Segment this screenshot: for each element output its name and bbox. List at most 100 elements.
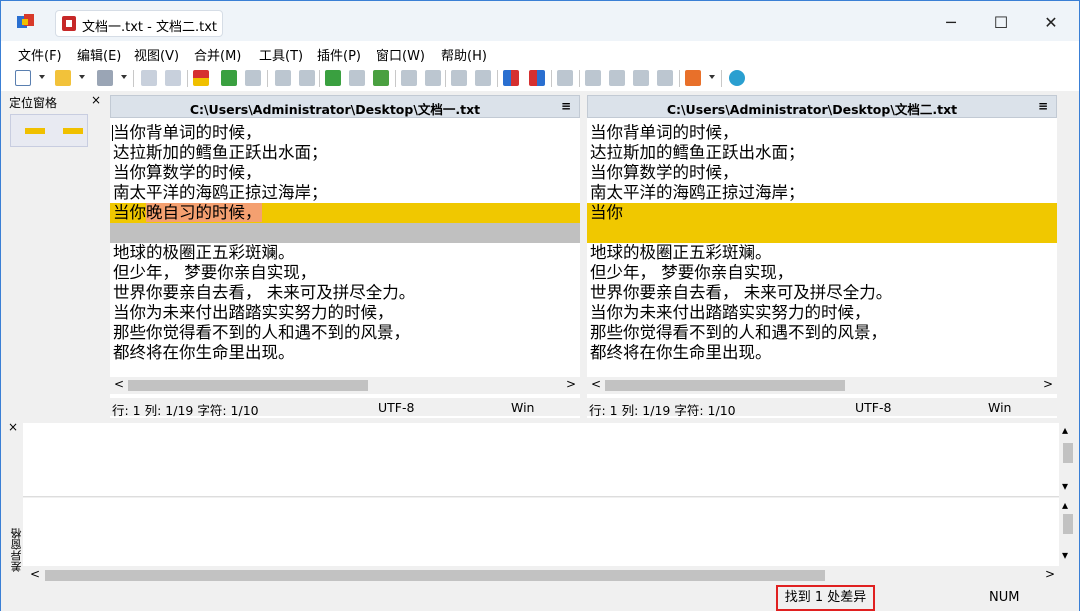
- text-line: 南太平洋的海鸥正掠过海岸；: [113, 183, 328, 202]
- left-file-path: C:\Users\Administrator\Desktop\文档一.txt: [189, 102, 481, 117]
- menu-tools[interactable]: 工具(T): [259, 45, 303, 64]
- all-left-icon[interactable]: [349, 70, 365, 86]
- redo-icon[interactable]: [165, 70, 181, 86]
- scroll-left-arrow-icon[interactable]: <: [591, 377, 601, 391]
- scroll-thumb[interactable]: [1063, 443, 1073, 463]
- toolbar-separator: [133, 70, 134, 87]
- close-button[interactable]: ✕: [1039, 11, 1063, 35]
- menu-window[interactable]: 窗口(W): [376, 45, 425, 64]
- save-dropdown-icon[interactable]: [121, 75, 127, 81]
- maximize-button[interactable]: ☐: [989, 11, 1013, 35]
- numlock-indicator: NUM: [989, 590, 1020, 605]
- text-line: 地球的极圈正五彩斑斓。: [590, 243, 772, 262]
- scroll-up-arrow-icon[interactable]: ▴: [1062, 423, 1068, 437]
- minimize-button[interactable]: ─: [939, 11, 963, 35]
- text-line: 世界你要亲自去看， 未来可及拼尽全力。: [113, 283, 416, 302]
- diff-top-vertical-scrollbar[interactable]: ▴ ▾: [1059, 423, 1077, 497]
- left-pane-menu-icon[interactable]: ≡: [561, 99, 571, 113]
- refresh-icon[interactable]: [729, 70, 745, 86]
- scroll-up-arrow-icon[interactable]: ▴: [1062, 498, 1068, 512]
- save-icon[interactable]: [97, 70, 113, 86]
- right-pane-menu-icon[interactable]: ≡: [1038, 99, 1048, 113]
- scroll-left-arrow-icon[interactable]: <: [30, 567, 40, 581]
- new-file-icon[interactable]: [15, 70, 31, 86]
- text-line: 那些你觉得看不到的人和遇不到的风景，: [590, 323, 887, 342]
- right-eol: Win: [988, 400, 1012, 415]
- scroll-right-arrow-icon[interactable]: >: [1043, 377, 1053, 391]
- text-line: 但少年， 梦要你亲自实现，: [590, 263, 794, 282]
- diff-pane-label: 差异窗格: [10, 528, 23, 572]
- copy-right-advance-icon[interactable]: [451, 70, 467, 86]
- scroll-down-arrow-icon[interactable]: ▾: [1062, 548, 1068, 562]
- first-diff-icon[interactable]: [275, 70, 291, 86]
- all-to-left-icon[interactable]: [529, 70, 545, 86]
- next-file-icon[interactable]: [657, 70, 673, 86]
- location-map[interactable]: [10, 114, 88, 147]
- next-diff-icon[interactable]: [193, 70, 209, 86]
- scroll-thumb[interactable]: [1063, 514, 1073, 534]
- text-cursor: [112, 125, 113, 141]
- scroll-right-arrow-icon[interactable]: >: [1045, 567, 1055, 581]
- location-pane-close[interactable]: ×: [91, 93, 101, 107]
- scroll-down-arrow-icon[interactable]: ▾: [1062, 479, 1068, 493]
- all-to-right-icon[interactable]: [503, 70, 519, 86]
- right-text-area[interactable]: 当你背单词的时候， 达拉斯加的鳕鱼正跃出水面； 当你算数学的时候， 南太平洋的海…: [587, 123, 1057, 373]
- app-window: 文档一.txt - 文档二.txt ─ ☐ ✕ 文件(F) 编辑(E) 视图(V…: [0, 0, 1080, 611]
- diff-pane-close[interactable]: ×: [8, 420, 18, 434]
- copy-down-icon[interactable]: [221, 70, 237, 86]
- last-diff-icon[interactable]: [299, 70, 315, 86]
- menu-file[interactable]: 文件(F): [18, 45, 62, 64]
- right-horizontal-scrollbar[interactable]: < >: [587, 377, 1057, 394]
- copy-left-icon[interactable]: [425, 70, 441, 86]
- right-encoding: UTF-8: [855, 400, 892, 415]
- current-diff-icon[interactable]: [325, 70, 341, 86]
- diff-line: 当你: [587, 203, 1057, 223]
- location-pane-title: 定位窗格: [9, 96, 58, 110]
- open-folder-icon[interactable]: [55, 70, 71, 86]
- menu-plugins[interactable]: 插件(P): [317, 45, 361, 64]
- prev-file-icon[interactable]: [633, 70, 649, 86]
- diff-line: [587, 223, 1057, 243]
- diff-pane-right-view[interactable]: [23, 498, 1059, 566]
- right-pane-header: C:\Users\Administrator\Desktop\文档二.txt ≡: [587, 95, 1057, 118]
- scroll-thumb[interactable]: [45, 570, 825, 581]
- text-line: 但少年， 梦要你亲自实现，: [113, 263, 317, 282]
- undo-icon[interactable]: [141, 70, 157, 86]
- scroll-thumb[interactable]: [128, 380, 368, 391]
- open-dropdown-icon[interactable]: [79, 75, 85, 81]
- right-status: 行: 1 列: 1/19 字符: 1/10 UTF-8 Win: [587, 398, 1057, 418]
- scroll-right-arrow-icon[interactable]: >: [566, 377, 576, 391]
- scroll-left-arrow-icon[interactable]: <: [114, 377, 124, 391]
- menu-bar: 文件(F) 编辑(E) 视图(V) 合并(M) 工具(T) 插件(P) 窗口(W…: [1, 41, 1079, 65]
- copy-left-advance-icon[interactable]: [475, 70, 491, 86]
- prev-conflict-icon[interactable]: [585, 70, 601, 86]
- new-dropdown-icon[interactable]: [39, 75, 45, 81]
- menu-view[interactable]: 视图(V): [134, 45, 179, 64]
- left-horizontal-scrollbar[interactable]: < >: [110, 377, 580, 394]
- text-line: 南太平洋的海鸥正掠过海岸；: [590, 183, 805, 202]
- diff-horizontal-scrollbar[interactable]: < >: [27, 567, 1059, 584]
- scroll-thumb[interactable]: [605, 380, 845, 391]
- text-line: 达拉斯加的鳕鱼正跃出水面；: [113, 143, 328, 162]
- menu-help[interactable]: 帮助(H): [441, 45, 487, 64]
- all-right-icon[interactable]: [373, 70, 389, 86]
- document-tab[interactable]: 文档一.txt - 文档二.txt: [55, 10, 223, 37]
- next-conflict-icon[interactable]: [609, 70, 625, 86]
- text-line: 那些你觉得看不到的人和遇不到的风景，: [113, 323, 410, 342]
- copy-up-icon[interactable]: [245, 70, 261, 86]
- options-dropdown-icon[interactable]: [709, 75, 715, 81]
- menu-edit[interactable]: 编辑(E): [77, 45, 121, 64]
- text-line: 达拉斯加的鳕鱼正跃出水面；: [590, 143, 805, 162]
- copy-right-icon[interactable]: [401, 70, 417, 86]
- toolbar-separator: [319, 70, 320, 87]
- diff-bottom-vertical-scrollbar[interactable]: ▴ ▾: [1059, 498, 1077, 566]
- left-pane-header: C:\Users\Administrator\Desktop\文档一.txt ≡: [110, 95, 580, 118]
- left-pane: C:\Users\Administrator\Desktop\文档一.txt ≡…: [110, 95, 580, 419]
- merge-icon[interactable]: [557, 70, 573, 86]
- diff-pane-left-view[interactable]: [23, 423, 1059, 497]
- menu-merge[interactable]: 合并(M): [194, 45, 241, 64]
- text-line: 当你背单词的时候，: [590, 123, 739, 142]
- left-status: 行: 1 列: 1/19 字符: 1/10 UTF-8 Win: [110, 398, 580, 418]
- options-icon[interactable]: [685, 70, 701, 86]
- left-text-area[interactable]: 当你背单词的时候， 达拉斯加的鳕鱼正跃出水面； 当你算数学的时候， 南太平洋的海…: [110, 123, 580, 373]
